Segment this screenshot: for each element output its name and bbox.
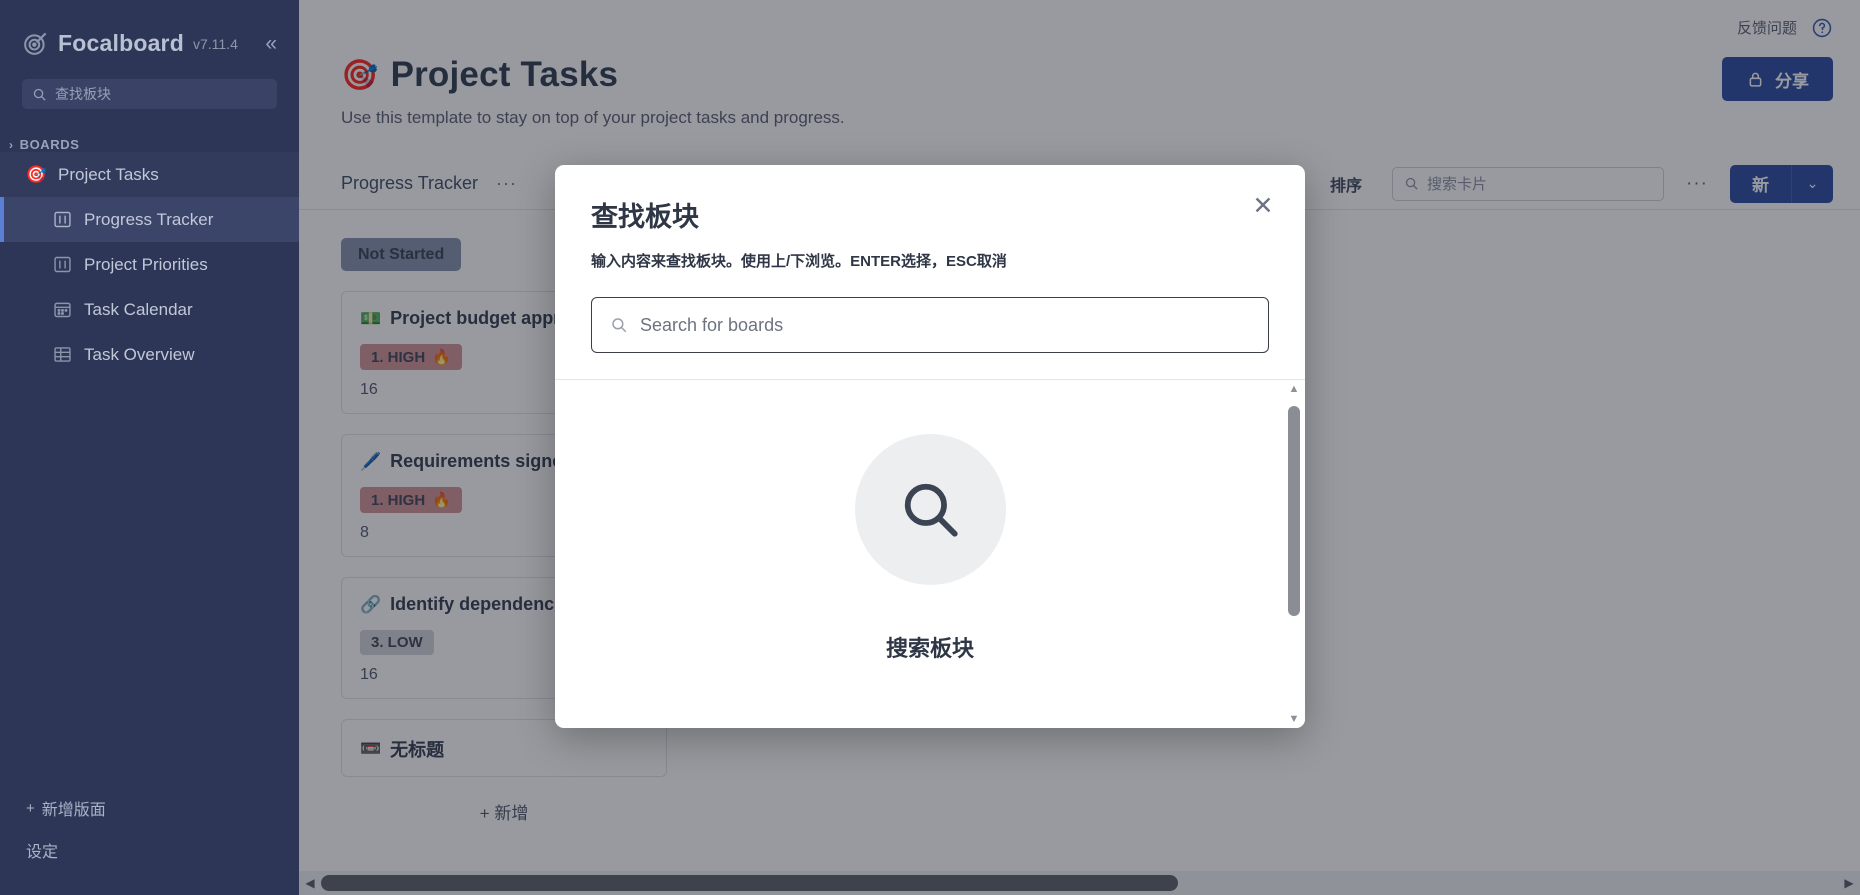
app-version: v7.11.4 [192,35,238,52]
sidebar-item-project-tasks[interactable]: 🎯 Project Tasks [0,152,299,197]
dialog-header: 查找板块 输入内容来查找板块。使用上/下浏览。ENTER选择，ESC取消 ✕ [555,165,1305,271]
sidebar-item-progress-tracker[interactable]: Progress Tracker [0,197,299,242]
sidebar-item-project-priorities[interactable]: Project Priorities [0,242,299,287]
search-icon [33,88,46,101]
sidebar-item-label: Project Priorities [84,254,208,274]
sidebar-header: Focalboard v7.11.4 « [0,0,299,57]
sidebar-item-label: Task Calendar [84,299,193,319]
sidebar-section-label: BOARDS [19,137,80,152]
brand-name: Focalboard [58,30,184,56]
find-boards-dialog: 查找板块 输入内容来查找板块。使用上/下浏览。ENTER选择，ESC取消 ✕ S… [555,165,1305,728]
sidebar-collapse-icon[interactable]: « [265,33,277,54]
chevron-right-icon: › [9,137,14,152]
vertical-scroll-track[interactable] [1283,398,1305,710]
focalboard-logo-icon [22,30,49,57]
board-view-icon [52,209,73,230]
dialog-title: 查找板块 [591,202,699,232]
add-board-button[interactable]: + 新增版面 [0,787,299,829]
settings-button[interactable]: 设定 [0,829,299,871]
sidebar-item-task-calendar[interactable]: Task Calendar [0,287,299,332]
search-icon [612,318,627,333]
scroll-up-arrow-icon[interactable]: ▲ [1289,380,1300,398]
board-search-placeholder: Search for boards [640,314,784,335]
sidebar-section-boards[interactable]: › BOARDS [0,137,299,152]
board-search-input[interactable]: Search for boards [591,297,1269,353]
sidebar-search-placeholder: 查找板块 [55,86,111,102]
sidebar-item-task-overview[interactable]: Task Overview [0,332,299,377]
dart-emoji-icon: 🎯 [25,164,48,184]
plus-icon: + [26,799,35,817]
empty-state: 搜索板块 [854,433,1006,663]
vertical-scroll-thumb[interactable] [1288,406,1300,616]
empty-state-label: 搜索板块 [885,635,974,661]
app-root: Focalboard v7.11.4 « 查找板块 › BOARDS 🎯 Pro… [0,0,1860,895]
dialog-subtitle: 输入内容来查找板块。使用上/下浏览。ENTER选择，ESC取消 [591,253,1007,270]
dialog-search-wrap: Search for boards [555,271,1305,353]
board-view-icon [52,254,73,275]
settings-label: 设定 [26,844,59,861]
empty-state-icon-circle [854,433,1006,585]
sidebar-footer: + 新增版面 设定 [0,787,299,895]
table-view-icon [52,344,73,365]
sidebar-item-label: Progress Tracker [84,209,214,229]
scroll-down-arrow-icon[interactable]: ▼ [1289,710,1300,728]
sidebar-item-label: Project Tasks [58,164,159,184]
sidebar: Focalboard v7.11.4 « 查找板块 › BOARDS 🎯 Pro… [0,0,299,895]
sidebar-item-label: Task Overview [84,344,195,364]
dialog-results-area: 搜索板块 ▲ ▼ [555,380,1305,728]
close-icon[interactable]: ✕ [1249,193,1277,221]
calendar-view-icon [52,299,73,320]
dialog-vertical-scrollbar[interactable]: ▲ ▼ [1283,380,1305,728]
sidebar-search-input[interactable]: 查找板块 [22,79,277,109]
search-icon [904,483,958,537]
add-board-label: 新增版面 [41,802,106,819]
